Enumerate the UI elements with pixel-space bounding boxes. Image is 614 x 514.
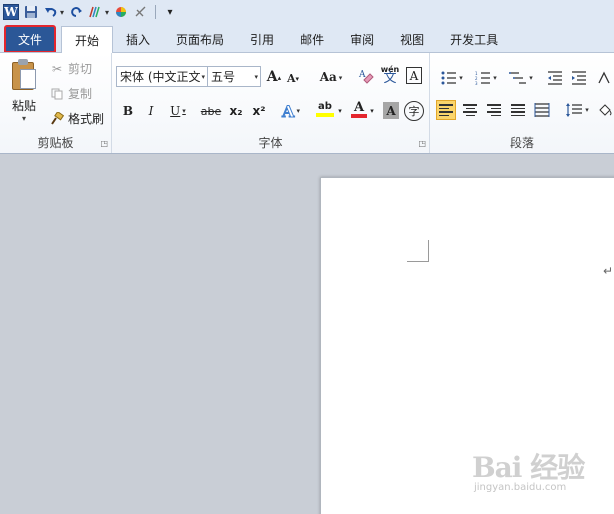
bold-button[interactable]: B: [120, 101, 136, 121]
tab-references[interactable]: 引用: [237, 26, 287, 52]
multilevel-list-button[interactable]: ▾: [506, 68, 536, 88]
tab-page-layout[interactable]: 页面布局: [163, 26, 237, 52]
customize-qat-icon[interactable]: ▾: [162, 4, 178, 20]
paste-button[interactable]: 粘贴 ▾: [6, 59, 42, 125]
font-group-label: 字体: [258, 136, 283, 150]
justify-icon: [511, 104, 525, 116]
copy-icon: [50, 87, 64, 101]
font-launcher-icon[interactable]: ◳: [418, 139, 426, 148]
clipboard-launcher-icon[interactable]: ◳: [100, 139, 108, 148]
superscript-button[interactable]: x²: [249, 101, 269, 121]
format-painter-icon[interactable]: [88, 4, 104, 20]
cut-button[interactable]: ✂ 剪切: [50, 60, 92, 77]
line-spacing-icon: [566, 103, 583, 117]
format-dropdown-icon[interactable]: ▾: [105, 8, 109, 17]
distributed-icon: [534, 103, 550, 117]
character-border-button[interactable]: A: [406, 67, 422, 84]
font-name-dropdown-icon[interactable]: ▾: [201, 73, 205, 81]
font-group: 宋体 (中文正文 ▾ 五号 ▾ A ▴ A ▾ Aa ▾ A wén 文 A B I …: [112, 53, 430, 153]
tab-file[interactable]: 文件: [4, 25, 56, 53]
highlight-dropdown-icon[interactable]: ▾: [336, 101, 344, 121]
font-color-button[interactable]: A: [348, 99, 370, 119]
highlight-icon: ab: [318, 101, 332, 112]
watermark-text: Bai 经验: [472, 451, 585, 484]
word-app-icon[interactable]: W: [3, 4, 19, 20]
tab-insert[interactable]: 插入: [113, 26, 163, 52]
numbering-button[interactable]: 1 2 3 ▾: [472, 68, 500, 88]
distributed-button[interactable]: [532, 100, 552, 120]
align-left-icon: [439, 104, 453, 116]
font-size-value: 五号: [211, 70, 236, 84]
decrease-indent-button[interactable]: [546, 68, 564, 88]
paragraph-group: ▾ 1 2 3 ▾ ▾ ▾ 段落: [430, 53, 614, 153]
baidu-watermark: Bai 经验 jingyan.baidu.com: [468, 440, 608, 498]
erase-icon[interactable]: [133, 4, 149, 20]
clear-formatting-button[interactable]: A: [356, 66, 376, 86]
change-case-button[interactable]: Aa ▾: [317, 67, 345, 87]
align-center-button[interactable]: [460, 100, 480, 120]
paste-icon: [10, 59, 38, 91]
scissors-icon: ✂: [51, 61, 63, 76]
redo-icon[interactable]: [68, 4, 84, 20]
font-name-combo[interactable]: 宋体 (中文正文 ▾: [116, 66, 208, 87]
undo-dropdown-icon[interactable]: ▾: [60, 8, 64, 17]
tab-review[interactable]: 审阅: [337, 26, 387, 52]
copy-button[interactable]: 复制: [50, 85, 92, 102]
paint-bucket-icon: [599, 104, 612, 116]
tab-view[interactable]: 视图: [387, 26, 437, 52]
svg-text:3: 3: [475, 81, 478, 85]
shading-button[interactable]: [596, 100, 614, 120]
italic-button[interactable]: I: [144, 101, 158, 121]
font-size-dropdown-icon[interactable]: ▾: [254, 73, 258, 81]
line-spacing-button[interactable]: ▾: [562, 100, 592, 120]
ribbon: 粘贴 ▾ ✂ 剪切 复制 格式刷 剪贴板 ◳ 宋体 (中文正文 ▾ 五号 ▾ A…: [0, 52, 614, 154]
paragraph-group-label: 段落: [509, 136, 534, 150]
character-shading-button[interactable]: A: [383, 102, 399, 119]
paintbrush-icon: [50, 111, 64, 126]
align-right-icon: [487, 104, 501, 116]
copy-label: 复制: [68, 87, 93, 101]
ribbon-tabs: 文件 开始 插入 页面布局 引用 邮件 审阅 视图 开发工具: [0, 24, 614, 53]
text-effects-icon: A: [282, 101, 295, 121]
justify-button[interactable]: [508, 100, 528, 120]
color-wheel-icon[interactable]: [113, 4, 129, 20]
underline-button[interactable]: U ▾: [166, 101, 190, 121]
grow-font-button[interactable]: A ▴: [265, 67, 283, 87]
paste-dropdown-icon[interactable]: ▾: [22, 114, 26, 123]
phonetic-char: 文: [383, 71, 397, 86]
paragraph-mark: ↵: [603, 264, 614, 278]
chinese-layout-button[interactable]: [596, 68, 614, 88]
save-icon[interactable]: [23, 4, 39, 20]
font-name-value: 宋体 (中文正文: [120, 70, 201, 84]
cut-label: 剪切: [68, 62, 93, 76]
subscript-button[interactable]: x₂: [226, 101, 246, 121]
shrink-font-button[interactable]: A ▾: [285, 68, 301, 88]
phonetic-guide-button[interactable]: wén 文: [380, 64, 400, 86]
clipboard-group: 粘贴 ▾ ✂ 剪切 复制 格式刷 剪贴板 ◳: [0, 53, 112, 153]
font-color-dropdown-icon[interactable]: ▾: [368, 101, 376, 121]
align-center-icon: [463, 104, 477, 116]
watermark-url: jingyan.baidu.com: [474, 482, 567, 493]
text-effects-button[interactable]: A ▾: [278, 101, 304, 121]
enclose-characters-button[interactable]: 字: [404, 101, 424, 121]
increase-indent-button[interactable]: [570, 68, 588, 88]
paste-label: 粘贴: [11, 99, 36, 113]
quick-access-toolbar: W ▾ ▾ ▾: [0, 0, 614, 24]
clipboard-group-label: 剪贴板: [37, 136, 74, 150]
bullets-button[interactable]: ▾: [438, 68, 466, 88]
undo-icon[interactable]: [43, 4, 59, 20]
format-painter-button[interactable]: 格式刷: [50, 110, 104, 127]
tab-home[interactable]: 开始: [61, 26, 114, 53]
align-left-button[interactable]: [436, 100, 456, 120]
format-painter-label: 格式刷: [68, 112, 105, 126]
tab-mailings[interactable]: 邮件: [287, 26, 337, 52]
align-right-button[interactable]: [484, 100, 504, 120]
font-size-combo[interactable]: 五号 ▾: [207, 66, 261, 87]
margin-crop-mark: [407, 240, 429, 262]
tab-developer[interactable]: 开发工具: [437, 26, 511, 52]
font-color-icon: A: [353, 99, 365, 115]
strikethrough-button[interactable]: abe: [200, 101, 222, 121]
qat-separator: [155, 5, 157, 19]
